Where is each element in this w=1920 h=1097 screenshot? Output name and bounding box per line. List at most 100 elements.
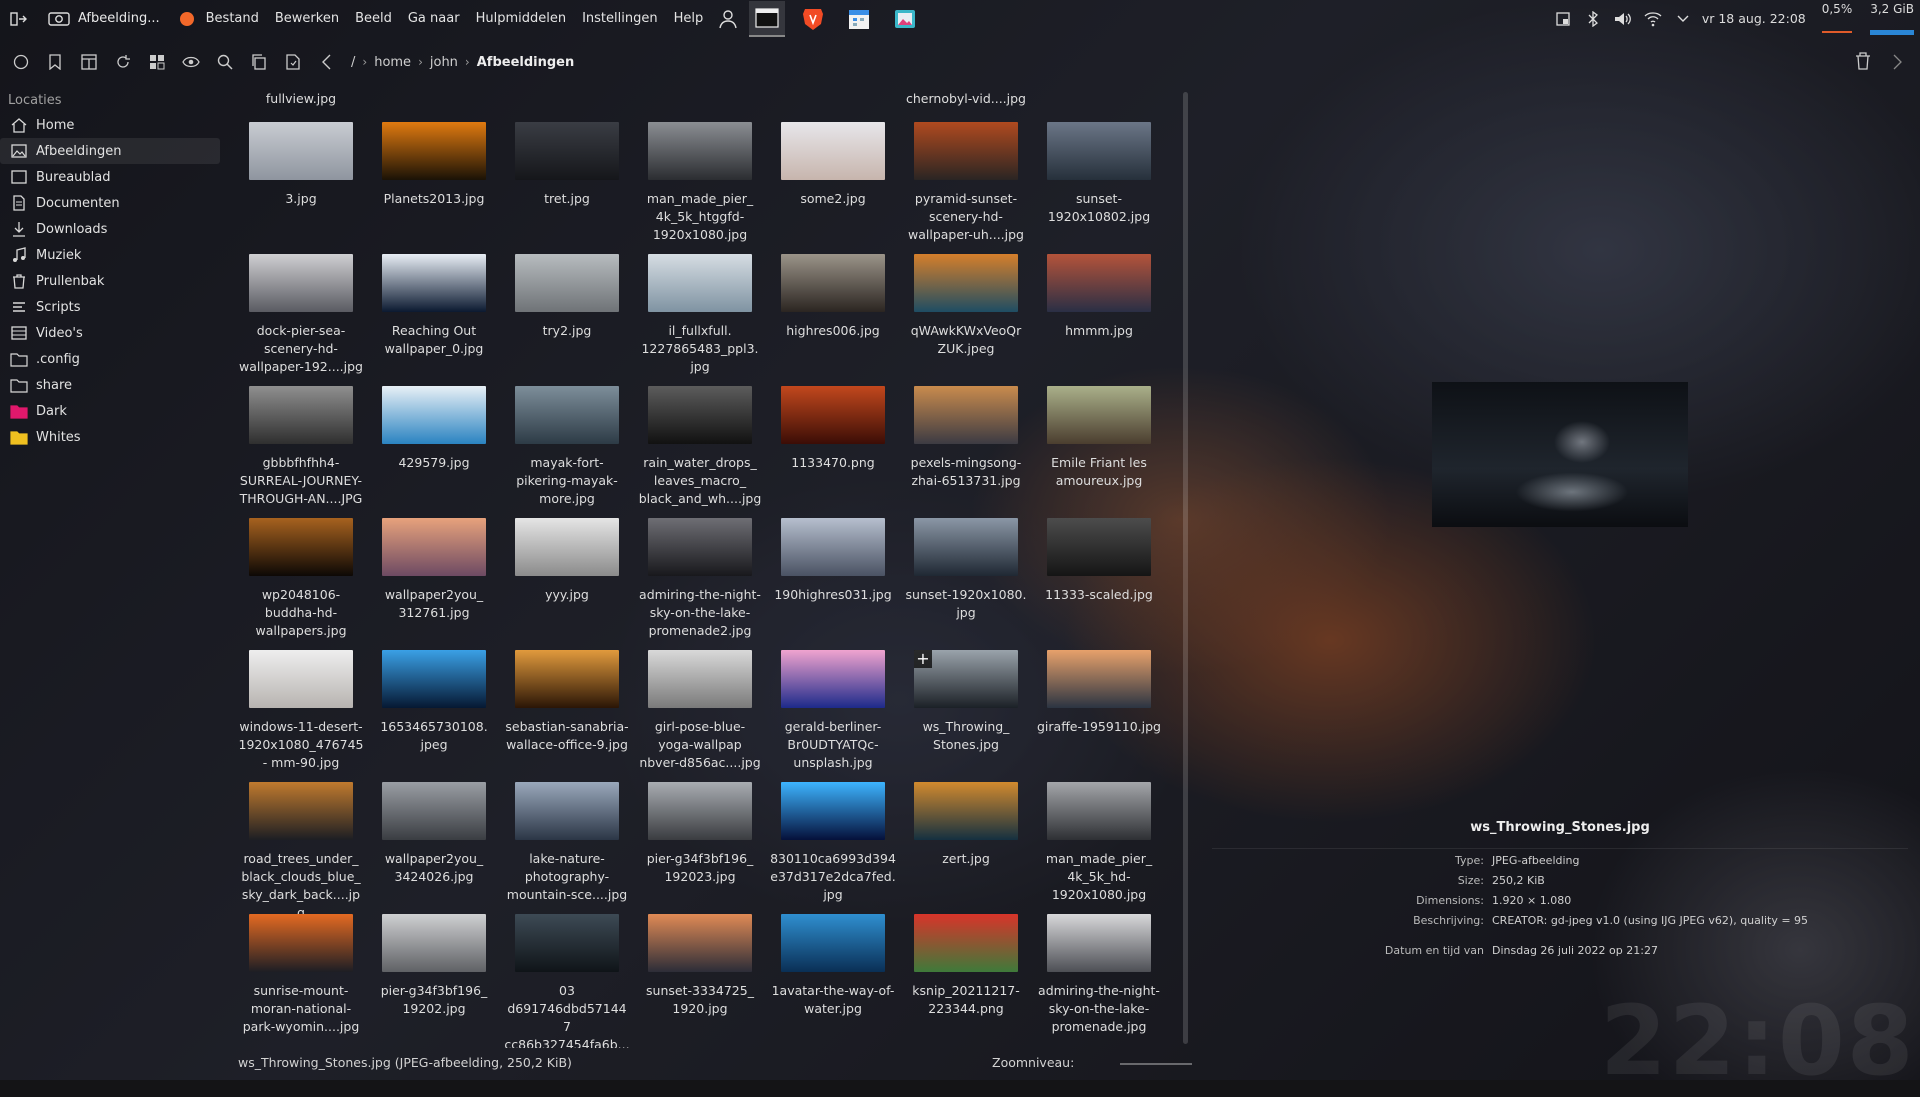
file-thumbnail[interactable]	[249, 914, 353, 972]
file-thumbnail[interactable]	[648, 122, 752, 180]
file-item[interactable]: Planets2013.jpg	[371, 122, 497, 208]
file-item[interactable]: sunset-1920x1080. jpg	[903, 518, 1029, 622]
sidebar-item-prullenbak[interactable]: Prullenbak	[0, 268, 220, 294]
file-item[interactable]: 11333-scaled.jpg	[1036, 518, 1162, 604]
file-thumbnail[interactable]	[382, 518, 486, 576]
sidebar-item-bureaublad[interactable]: Bureaublad	[0, 164, 220, 190]
clipboard-icon[interactable]	[1552, 11, 1574, 27]
file-item[interactable]: girl-pose-blue- yoga-wallpap nbver-d856a…	[637, 650, 763, 772]
file-thumbnail[interactable]	[914, 386, 1018, 444]
file-item[interactable]: 190highres031.jpg	[770, 518, 896, 604]
bluetooth-icon[interactable]	[1582, 10, 1604, 27]
app-launcher-icon[interactable]	[8, 8, 30, 30]
search-icon[interactable]	[208, 48, 242, 76]
file-thumbnail[interactable]	[515, 386, 619, 444]
file-item[interactable]: lake-nature- photography- mountain-sce..…	[504, 782, 630, 904]
file-item[interactable]: 1653465730108. jpeg	[371, 650, 497, 754]
file-thumbnail[interactable]	[648, 518, 752, 576]
sidebar-item-video-s[interactable]: Video's	[0, 320, 220, 346]
file-thumbnail[interactable]	[515, 782, 619, 840]
sidebar-item-downloads[interactable]: Downloads	[0, 216, 220, 242]
icon-view-icon[interactable]	[140, 48, 174, 76]
screenshot-icon[interactable]	[48, 8, 70, 30]
file-item[interactable]: Reaching Out wallpaper_0.jpg	[371, 254, 497, 358]
file-thumbnail[interactable]	[648, 782, 752, 840]
file-thumbnail[interactable]	[1047, 914, 1151, 972]
file-item[interactable]: mayak-fort- pikering-mayak- more.jpg	[504, 386, 630, 508]
file-thumbnail[interactable]	[1047, 650, 1151, 708]
file-thumbnail[interactable]	[914, 782, 1018, 840]
file-thumbnail[interactable]	[515, 518, 619, 576]
file-item[interactable]: highres006.jpg	[770, 254, 896, 340]
file-thumbnail[interactable]	[249, 782, 353, 840]
circle-icon[interactable]	[4, 48, 38, 76]
file-thumbnail[interactable]	[648, 254, 752, 312]
file-item[interactable]: 1133470.png	[770, 386, 896, 472]
file-thumbnail[interactable]	[914, 914, 1018, 972]
paste-icon[interactable]	[276, 48, 310, 76]
file-thumbnail[interactable]	[648, 386, 752, 444]
file-item[interactable]: + ws_Throwing_ Stones.jpg	[903, 650, 1029, 754]
file-item[interactable]: fullview.jpg	[238, 90, 364, 108]
sidebar-item-home[interactable]: Home	[0, 112, 220, 138]
file-thumbnail[interactable]	[781, 914, 885, 972]
breadcrumb-root[interactable]: /	[351, 55, 355, 70]
file-item[interactable]: Emile Friant les amoureux.jpg	[1036, 386, 1162, 490]
file-item[interactable]: qWAwkKWxVeoQr ZUK.jpeg	[903, 254, 1029, 358]
sidebar-item-muziek[interactable]: Muziek	[0, 242, 220, 268]
clock[interactable]: vr 18 aug. 22:08	[1702, 11, 1806, 26]
file-item[interactable]: sunset-3334725_ 1920.jpg	[637, 914, 763, 1018]
file-item[interactable]: 830110ca6993d394 e37d317e2dca7fed. jpg	[770, 782, 896, 904]
grid-scrollbar[interactable]	[1183, 92, 1188, 1044]
file-thumbnail[interactable]	[382, 386, 486, 444]
volume-icon[interactable]	[1612, 11, 1634, 27]
file-item[interactable]: rain_water_drops_ leaves_macro_ black_an…	[637, 386, 763, 508]
file-item[interactable]: sunset- 1920x10802.jpg	[1036, 122, 1162, 226]
sidebar-item-share[interactable]: share	[0, 372, 220, 398]
file-item[interactable]: il_fullxfull. 1227865483_ppl3. jpg	[637, 254, 763, 376]
file-item[interactable]: 03 d691746dbd571447 cc86b327454fa6b...	[504, 914, 630, 1048]
menu-hulpmiddelen[interactable]: Hulpmiddelen	[468, 11, 575, 26]
file-thumbnail[interactable]	[648, 650, 752, 708]
file-thumbnail[interactable]	[781, 650, 885, 708]
file-item[interactable]: wallpaper2you_ 3424026.jpg	[371, 782, 497, 886]
file-thumbnail[interactable]	[249, 518, 353, 576]
file-thumbnail[interactable]	[1047, 122, 1151, 180]
breadcrumb-home[interactable]: home	[374, 55, 411, 70]
sidebar-item-config[interactable]: .config	[0, 346, 220, 372]
file-thumbnail[interactable]	[1047, 518, 1151, 576]
file-item[interactable]: pyramid-sunset- scenery-hd- wallpaper-uh…	[903, 122, 1029, 244]
file-thumbnail[interactable]	[249, 254, 353, 312]
file-item[interactable]: gbbbfhfhh4- SURREAL-JOURNEY- THROUGH-AN.…	[238, 386, 364, 508]
file-thumbnail[interactable]	[1047, 386, 1151, 444]
file-thumbnail[interactable]	[781, 518, 885, 576]
file-item[interactable]: try2.jpg	[504, 254, 630, 340]
sidebar-item-whites[interactable]: Whites	[0, 424, 220, 450]
file-item[interactable]: hmmm.jpg	[1036, 254, 1162, 340]
file-item[interactable]: wp2048106- buddha-hd- wallpapers.jpg	[238, 518, 364, 640]
file-thumbnail[interactable]	[914, 518, 1018, 576]
network-icon[interactable]	[1642, 11, 1664, 27]
file-thumbnail[interactable]	[781, 782, 885, 840]
copy-icon[interactable]	[242, 48, 276, 76]
forward-icon[interactable]	[1892, 54, 1902, 74]
file-item[interactable]: admiring-the-night- sky-on-the-lake- pro…	[637, 518, 763, 640]
breadcrumb-john[interactable]: john	[430, 55, 458, 70]
file-item[interactable]: dock-pier-sea- scenery-hd- wallpaper-192…	[238, 254, 364, 376]
file-thumbnail[interactable]	[382, 254, 486, 312]
file-item[interactable]: some2.jpg	[770, 122, 896, 208]
file-item[interactable]: chernobyl-vid....jpg	[903, 90, 1029, 108]
plus-icon[interactable]: +	[914, 650, 932, 668]
file-item[interactable]: tret.jpg	[504, 122, 630, 208]
sidebar-item-scripts[interactable]: Scripts	[0, 294, 220, 320]
taskbar-calendar-icon[interactable]	[841, 2, 877, 36]
menu-help[interactable]: Help	[666, 11, 712, 26]
file-thumbnail[interactable]	[648, 914, 752, 972]
file-thumbnail[interactable]	[1047, 782, 1151, 840]
file-grid[interactable]: fullview.jpg chernobyl-vid....jpg 3.jpg Pl…	[238, 88, 1178, 1048]
chevron-down-icon[interactable]	[1672, 14, 1694, 24]
file-item[interactable]: pier-g34f3bf196_ 19202.jpg	[371, 914, 497, 1018]
file-item[interactable]: wallpaper2you_ 312761.jpg	[371, 518, 497, 622]
file-thumbnail[interactable]	[515, 254, 619, 312]
trash-icon[interactable]	[1855, 52, 1871, 74]
